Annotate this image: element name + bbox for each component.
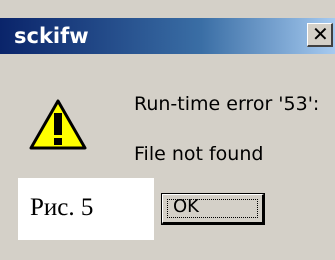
error-dialog: sckifw ✕ Run-time error '53': File not f… — [0, 0, 335, 260]
error-message-line-1: Run-time error '53': — [134, 93, 320, 115]
error-message-line-2: File not found — [134, 143, 264, 165]
figure-caption-box: Рис. 5 — [18, 178, 154, 240]
close-button[interactable]: ✕ — [307, 23, 333, 47]
window-title: sckifw — [14, 24, 89, 48]
title-bar[interactable]: sckifw ✕ — [0, 18, 335, 54]
figure-caption: Рис. 5 — [30, 194, 94, 221]
warning-icon — [29, 99, 87, 150]
ok-button[interactable]: OK — [161, 193, 265, 225]
close-icon: ✕ — [312, 22, 329, 46]
ok-button-label: OK — [173, 196, 199, 217]
